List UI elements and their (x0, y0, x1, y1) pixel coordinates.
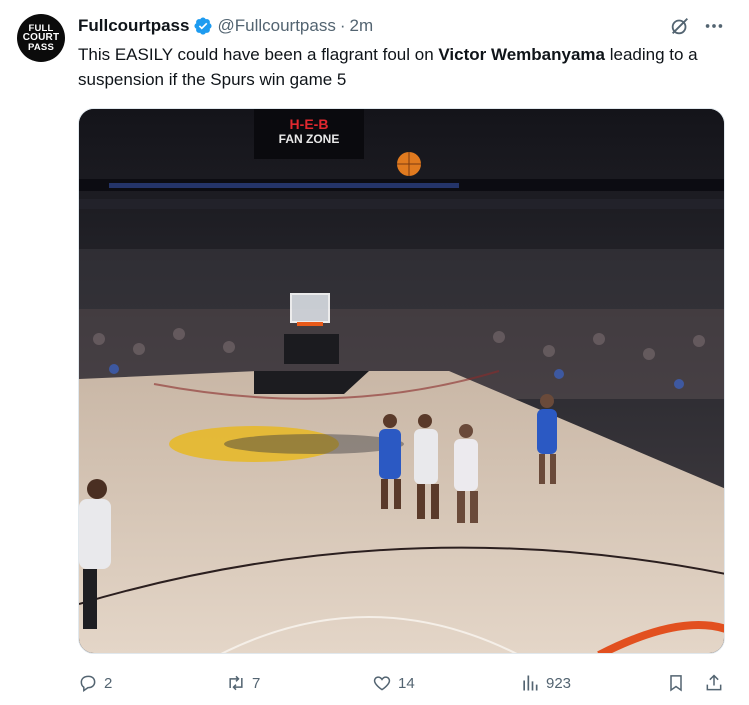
like-count: 14 (398, 674, 415, 692)
bookmark-button[interactable] (666, 668, 686, 698)
tweet-text-part-1: This EASILY could have been a flagrant f… (78, 45, 439, 64)
avatar[interactable]: FULL COURT PASS (17, 14, 65, 62)
reply-button[interactable]: 2 (78, 668, 112, 698)
bookmark-icon (670, 675, 682, 692)
tweet-header: Fullcourtpass @Fullcourtpass · 2m (78, 14, 373, 38)
like-icon (373, 676, 391, 691)
timestamp[interactable]: 2m (350, 16, 374, 36)
avatar-text-line-3: PASS (28, 41, 54, 53)
scoreboard-text: H-E-B (290, 116, 329, 132)
reply-icon (80, 675, 96, 692)
repost-button[interactable]: 7 (226, 668, 260, 698)
fan-zone-text: FAN ZONE (279, 132, 340, 146)
separator-dot: · (339, 16, 346, 35)
handle[interactable]: @Fullcourtpass (217, 16, 335, 36)
share-button[interactable] (704, 668, 724, 698)
tweet[interactable]: FULL COURT PASS Fullcourtpass @Fullcourt… (0, 0, 749, 705)
like-button[interactable]: 14 (372, 668, 415, 698)
more-options-icon[interactable] (702, 14, 726, 38)
repost-count: 7 (252, 674, 261, 692)
views-count: 923 (546, 674, 572, 692)
tweet-text: This EASILY could have been a flagrant f… (78, 42, 728, 92)
views-icon (523, 675, 538, 691)
share-icon (706, 674, 722, 691)
reply-count: 2 (104, 674, 113, 692)
tweet-text-mention: Victor Wembanyama (438, 45, 605, 64)
views-button[interactable]: 923 (520, 668, 571, 698)
tweet-actions: 2 7 14 923 (78, 668, 728, 698)
display-name[interactable]: Fullcourtpass (78, 16, 189, 36)
tweet-media-image[interactable]: H-E-B FAN ZONE (78, 108, 725, 654)
repost-icon (229, 675, 243, 691)
verified-badge-icon[interactable] (193, 16, 213, 36)
grok-icon[interactable] (668, 14, 692, 38)
